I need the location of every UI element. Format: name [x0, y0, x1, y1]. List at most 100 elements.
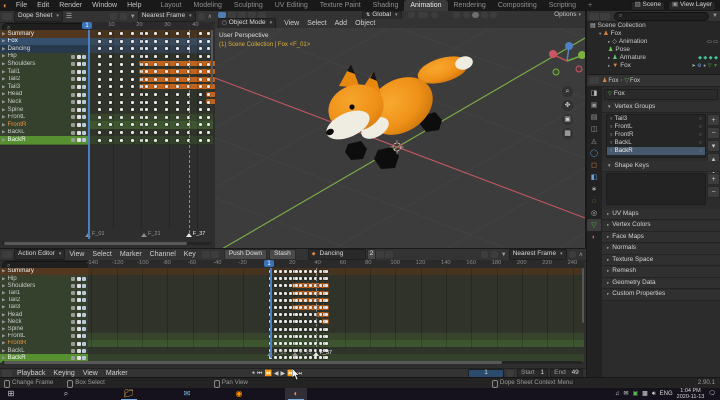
keyframe[interactable]	[295, 299, 298, 302]
keyframe[interactable]	[284, 277, 287, 280]
keyframe[interactable]	[98, 139, 101, 142]
keyframe[interactable]	[154, 139, 157, 142]
keyframe[interactable]	[289, 306, 292, 309]
workspace-tab-modeling[interactable]: Modeling	[188, 0, 228, 11]
modifier-icon[interactable]	[71, 108, 75, 112]
keyframe[interactable]	[120, 123, 123, 126]
modifier-icon[interactable]	[71, 356, 75, 360]
snap-mode-dropdown[interactable]: Nearest Frame▾	[138, 11, 196, 22]
keyframe[interactable]	[145, 116, 148, 119]
keyframe[interactable]	[309, 335, 312, 338]
keyframe[interactable]	[279, 277, 282, 280]
keyframe[interactable]	[274, 320, 277, 323]
tab-object-data-properties[interactable]: ▽	[587, 219, 601, 231]
keyframe[interactable]	[165, 78, 168, 81]
blender-logo-icon[interactable]: ◐	[3, 2, 8, 10]
keyframe[interactable]	[120, 139, 123, 142]
checkbox-icon[interactable]	[77, 85, 81, 89]
microphone-tray-icon[interactable]: ♫	[615, 391, 620, 397]
checkbox-icon[interactable]	[77, 313, 81, 317]
expand-arrow-icon[interactable]: ▶	[2, 47, 5, 52]
expand-arrow-icon[interactable]: ▶	[2, 327, 5, 332]
shape-keys-add-button[interactable]: +−	[707, 173, 720, 199]
workspace-tab-texture-paint[interactable]: Texture Paint	[314, 0, 367, 11]
keyframe[interactable]	[304, 306, 307, 309]
keyframe[interactable]	[165, 55, 168, 58]
keyframe[interactable]	[289, 320, 292, 323]
unlock-icon[interactable]: ○	[699, 117, 702, 122]
checkbox-icon[interactable]	[77, 334, 81, 338]
tab-material-properties[interactable]: ◐	[587, 231, 601, 243]
editor-mode-dropdown[interactable]: Dope Sheet▾	[14, 11, 63, 22]
channel-backr[interactable]: ▶BackR	[0, 136, 88, 145]
editor-type-icon[interactable]	[2, 13, 12, 20]
expand-arrow-icon[interactable]: ▶	[2, 54, 5, 59]
action-users-count[interactable]: 2	[367, 249, 377, 260]
keyframe[interactable]	[165, 93, 168, 96]
keyframe[interactable]	[199, 123, 202, 126]
modifier-icon[interactable]	[71, 100, 75, 104]
keyframe[interactable]	[165, 63, 168, 66]
keyframe[interactable]	[299, 277, 302, 280]
keyframe[interactable]	[109, 78, 112, 81]
workspace-tab-scripting[interactable]: Scripting	[543, 0, 582, 11]
keyframe[interactable]	[304, 335, 307, 338]
browse-action-up-icon[interactable]	[202, 251, 210, 258]
keyframe[interactable]	[109, 93, 112, 96]
modifier-icon[interactable]	[71, 77, 75, 81]
expand-arrow-icon[interactable]: ▶	[2, 313, 5, 318]
keyframe[interactable]	[309, 320, 312, 323]
outliner-row-fox[interactable]: ▾♟Fox	[587, 30, 720, 38]
proportional-icon[interactable]	[569, 251, 576, 258]
keyframe[interactable]	[98, 101, 101, 104]
keyframe[interactable]	[207, 55, 210, 58]
checkbox-icon[interactable]	[77, 327, 81, 331]
expand-arrow-icon[interactable]: ▶	[2, 277, 5, 282]
keyframe[interactable]	[207, 116, 210, 119]
keyframe[interactable]	[131, 40, 134, 43]
keyframe[interactable]	[207, 93, 210, 96]
mesh-data2-icon[interactable]: ▼	[713, 64, 718, 69]
firefox-icon[interactable]: ◉	[228, 388, 250, 400]
keyframe[interactable]	[295, 356, 298, 359]
keyframe[interactable]	[325, 277, 328, 280]
keyframe[interactable]	[154, 108, 157, 111]
keyframe[interactable]	[165, 139, 168, 142]
snap-magnet-icon[interactable]	[408, 12, 415, 18]
workspace-tab-animation[interactable]: Animation	[404, 0, 447, 11]
keyframe[interactable]	[279, 335, 282, 338]
keyframe[interactable]	[145, 101, 148, 104]
lock-icon[interactable]	[82, 70, 86, 74]
select-icon[interactable]: ➤	[691, 64, 695, 69]
keyframe[interactable]	[199, 55, 202, 58]
keyframe[interactable]	[176, 40, 179, 43]
expand-arrow-icon[interactable]: ▶	[2, 77, 5, 82]
keyframe[interactable]	[284, 284, 287, 287]
lock-icon[interactable]	[82, 313, 86, 317]
keyframe[interactable]	[314, 356, 317, 359]
lock-icon[interactable]	[82, 138, 86, 142]
modifier-icon[interactable]	[71, 85, 75, 89]
keyframe[interactable]	[299, 299, 302, 302]
keyframe[interactable]	[279, 328, 282, 331]
keyframe[interactable]	[309, 342, 312, 345]
keyframe[interactable]	[98, 70, 101, 73]
keyframe[interactable]	[154, 78, 157, 81]
modifier-icon[interactable]	[71, 313, 75, 317]
keyframe[interactable]	[176, 93, 179, 96]
keyframe[interactable]	[131, 116, 134, 119]
keyframe[interactable]	[304, 313, 307, 316]
keyframe[interactable]	[199, 139, 202, 142]
keyframe[interactable]	[154, 131, 157, 134]
keyframe[interactable]	[154, 63, 157, 66]
keyframe[interactable]	[98, 47, 101, 50]
expand-arrow-icon[interactable]: ▶	[2, 108, 5, 113]
breadcrumb-object[interactable]: Fox	[608, 78, 618, 84]
checkbox-icon[interactable]	[77, 306, 81, 310]
keyframe[interactable]	[279, 356, 282, 359]
keyframe[interactable]	[304, 328, 307, 331]
add-workspace-button[interactable]: +	[582, 0, 598, 11]
expand-arrow-icon[interactable]: ▶	[2, 298, 5, 303]
current-frame-badge[interactable]: 1	[264, 260, 274, 267]
keyframe[interactable]	[199, 40, 202, 43]
